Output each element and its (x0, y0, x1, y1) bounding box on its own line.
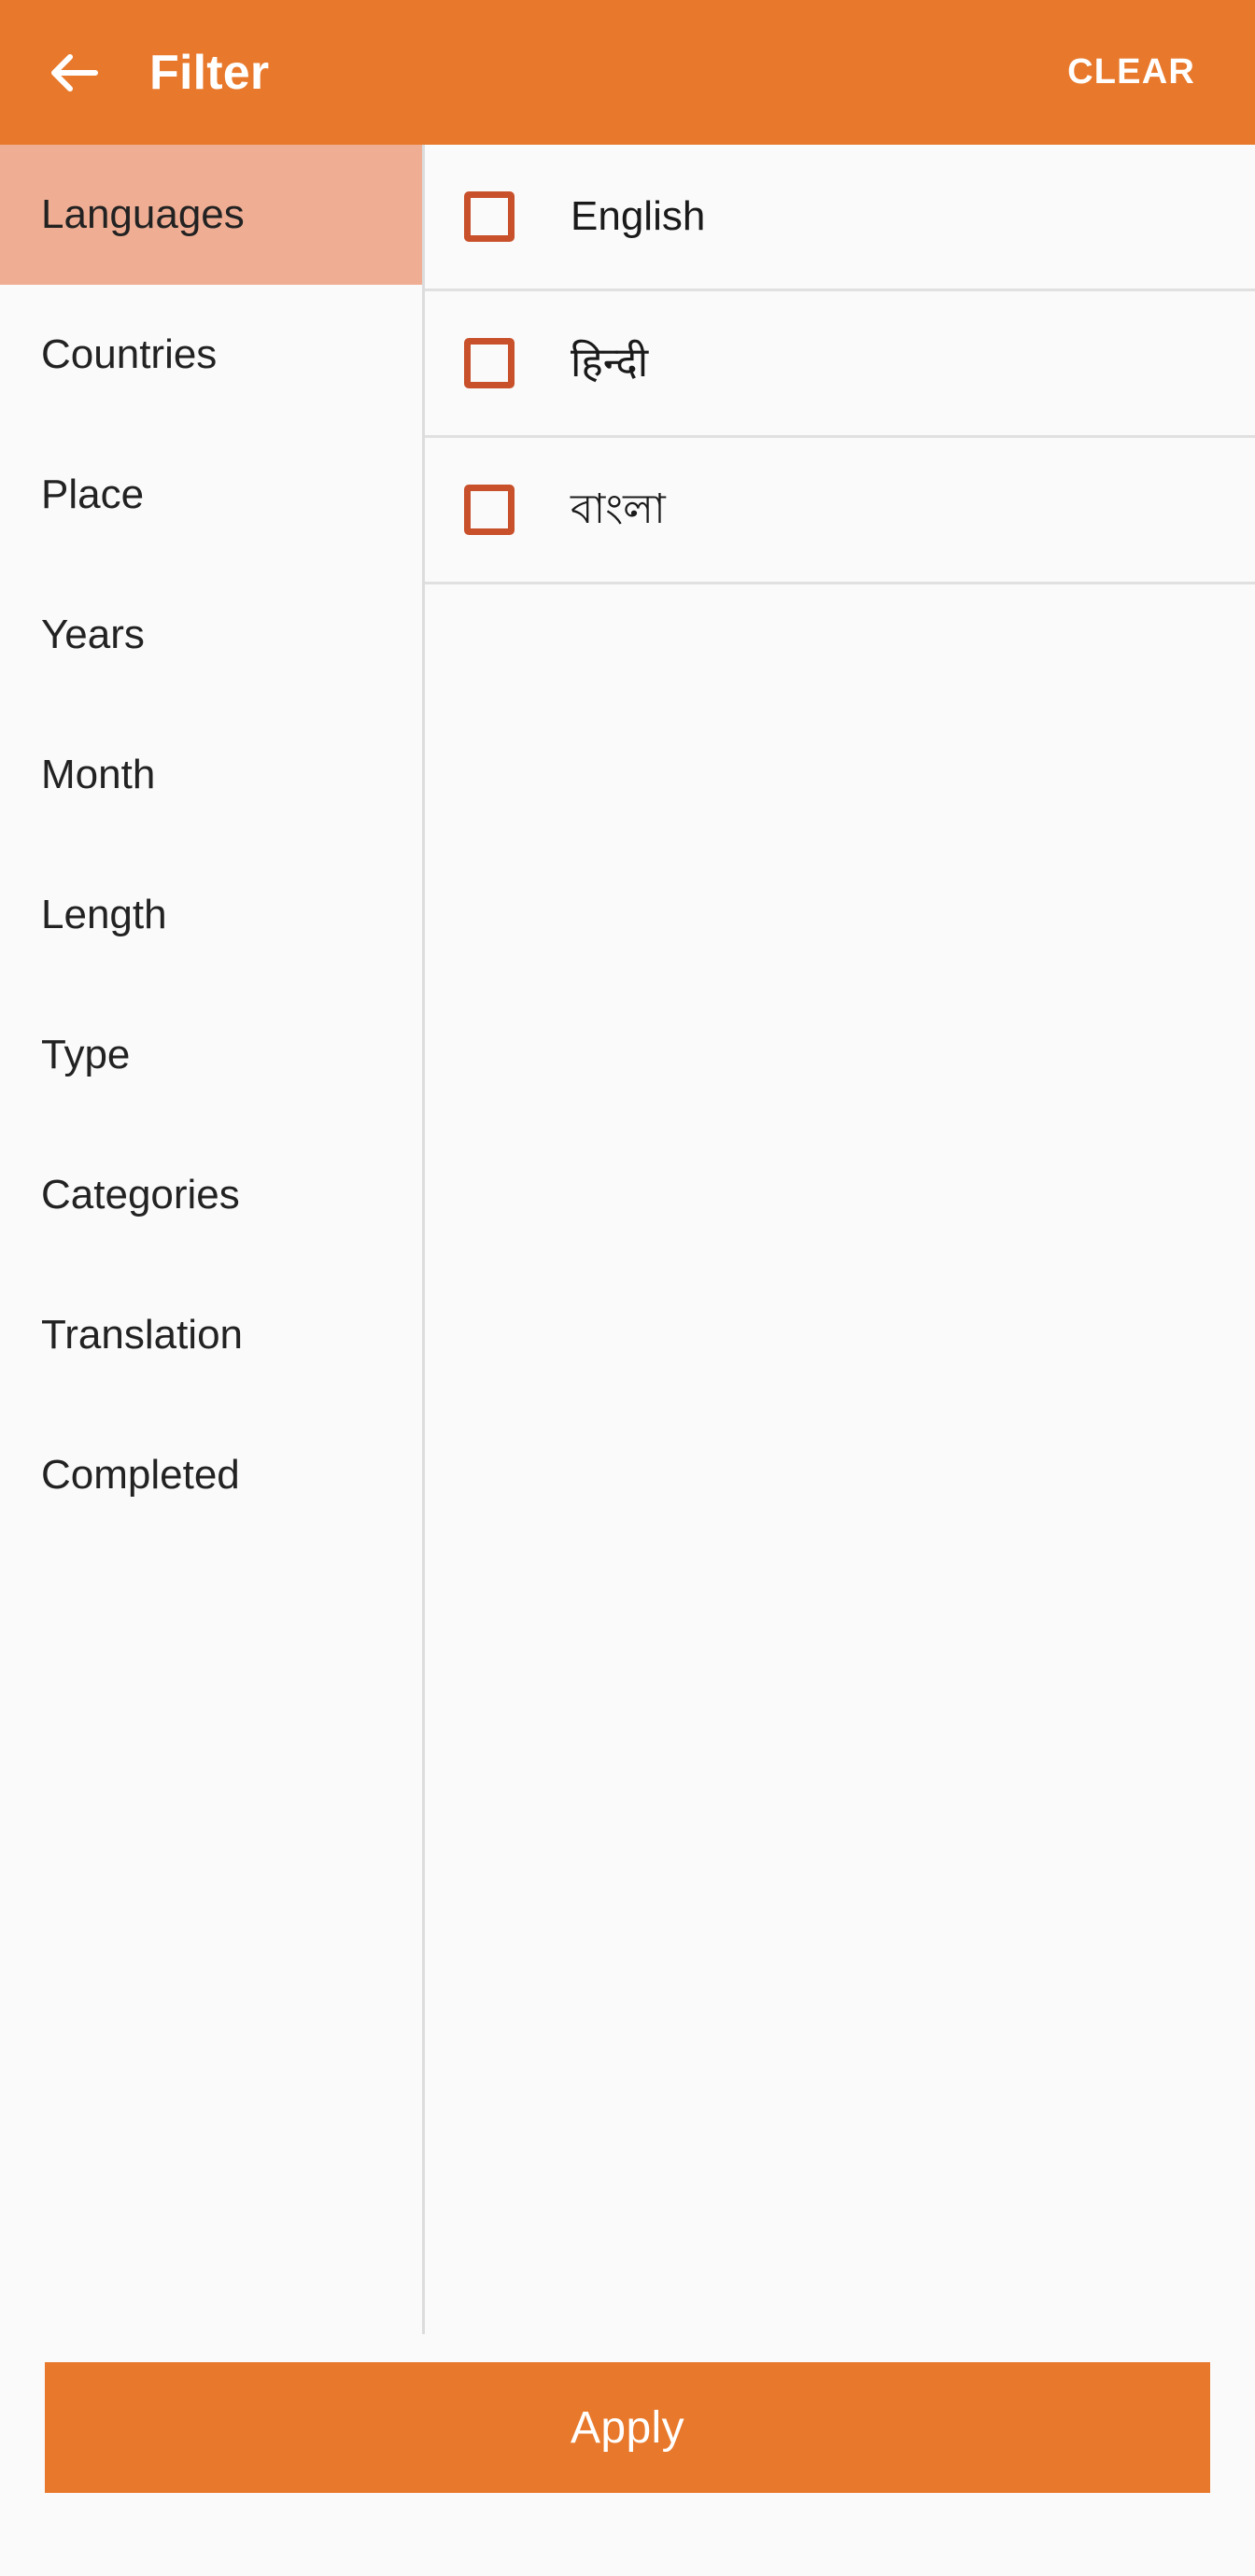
sidebar-item-type[interactable]: Type (0, 985, 422, 1125)
sidebar-item-label: Length (41, 892, 167, 937)
filter-screen: Filter CLEAR Languages Countries Place Y… (0, 0, 1255, 2576)
sidebar-item-label: Month (41, 752, 156, 797)
option-row-bengali[interactable]: বাংলা (425, 438, 1255, 584)
sidebar-item-languages[interactable]: Languages (0, 145, 422, 285)
sidebar-item-countries[interactable]: Countries (0, 285, 422, 425)
option-row-hindi[interactable]: हिन्दी (425, 291, 1255, 438)
sidebar-item-label: Place (41, 472, 145, 517)
sidebar-item-years[interactable]: Years (0, 565, 422, 705)
page-title: Filter (149, 45, 270, 100)
back-button[interactable] (45, 44, 103, 102)
app-bar: Filter CLEAR (0, 0, 1255, 145)
option-label: English (571, 192, 706, 239)
sidebar-item-translation[interactable]: Translation (0, 1265, 422, 1405)
sidebar-item-month[interactable]: Month (0, 705, 422, 845)
sidebar-item-label: Languages (41, 191, 245, 237)
clear-button[interactable]: CLEAR (1067, 52, 1195, 92)
option-label: বাংলা (571, 486, 666, 532)
filter-category-sidebar: Languages Countries Place Years Month Le… (0, 145, 422, 2334)
footer-bar: Apply (0, 2334, 1255, 2576)
option-row-english[interactable]: English (425, 145, 1255, 291)
sidebar-item-place[interactable]: Place (0, 425, 422, 565)
checkbox-bengali[interactable] (464, 485, 515, 535)
sidebar-item-categories[interactable]: Categories (0, 1125, 422, 1265)
option-label: हिन्दी (571, 339, 649, 386)
arrow-left-icon (45, 44, 103, 102)
checkbox-hindi[interactable] (464, 338, 515, 388)
filter-options-panel: English हिन्दी বাংলা (425, 145, 1255, 2334)
sidebar-item-label: Translation (41, 1312, 244, 1358)
sidebar-item-length[interactable]: Length (0, 845, 422, 985)
apply-button[interactable]: Apply (45, 2362, 1210, 2493)
checkbox-english[interactable] (464, 191, 515, 242)
sidebar-item-completed[interactable]: Completed (0, 1405, 422, 1545)
sidebar-item-label: Completed (41, 1452, 240, 1498)
sidebar-item-label: Years (41, 612, 145, 657)
sidebar-item-label: Categories (41, 1172, 240, 1218)
sidebar-item-label: Type (41, 1032, 131, 1077)
sidebar-item-label: Countries (41, 331, 218, 377)
filter-body: Languages Countries Place Years Month Le… (0, 145, 1255, 2334)
